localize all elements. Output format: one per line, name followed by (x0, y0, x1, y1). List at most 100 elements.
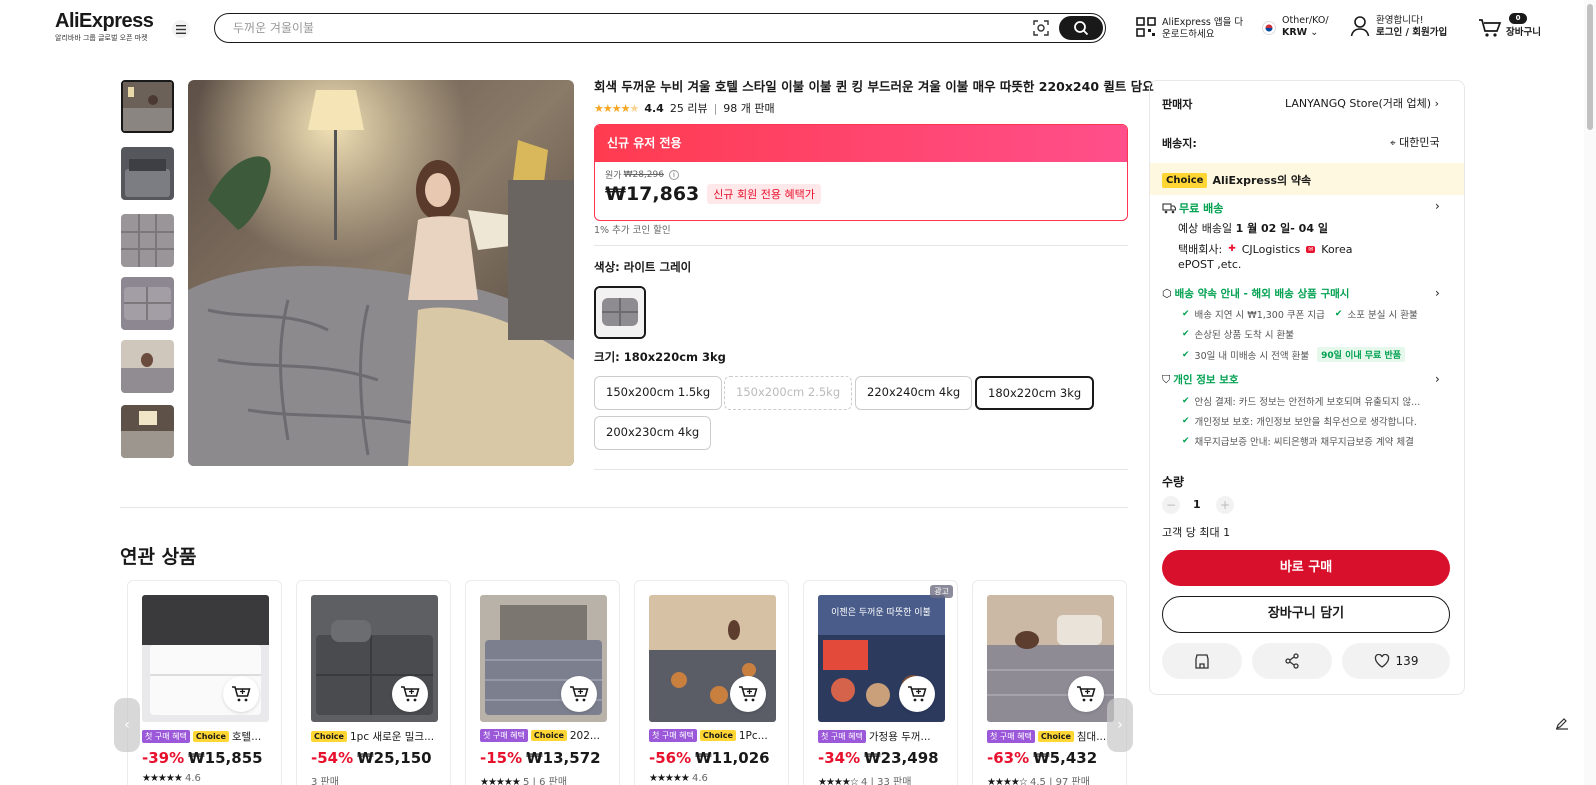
ship-to-selector[interactable]: ⌖ 대한민국 (1390, 134, 1440, 150)
cart-button[interactable] (1478, 18, 1502, 41)
app-download[interactable]: AliExpress 앱을 다 운로드하세요 (1136, 17, 1243, 41)
privacy-item: ✔ 개인정보 보호: 개인정보 보안을 최우선으로 생각합니다. (1182, 414, 1417, 428)
account-menu[interactable]: 환영합니다! 로그인 / 회원가입 (1350, 15, 1447, 39)
thumbnail-5[interactable] (121, 340, 174, 393)
feedback-edit-button[interactable] (1552, 713, 1572, 733)
choice-promise: Choice AliExpress의 약속 (1162, 172, 1311, 188)
discount: -34% (818, 749, 861, 767)
search-button[interactable] (1059, 16, 1103, 40)
product-price: -63% ₩5,432 (987, 749, 1097, 767)
thumbnail-1[interactable] (121, 80, 174, 133)
related-product-card[interactable]: 첫 구매 혜택 Choice 호텔... -39% ₩15,855 ★★★★★ 4.6 (127, 580, 282, 785)
related-product-card[interactable]: 첫 구매 혜택 Choice 1Pc... -56% ₩11,026 ★★★★★ 4.… (634, 580, 789, 785)
aliexpress-logo[interactable]: AliExpress 알리바바 그룹 글로벌 오픈 마켓 (55, 10, 154, 43)
related-product-card[interactable]: Choice 1pc 새로운 밀크... -54% ₩25,150 3 판매 (296, 580, 451, 785)
carousel-next-button[interactable]: › (1107, 698, 1133, 752)
price-promo-box: 신규 유저 전용 원가 ₩28,296 i ₩17,863 신규 회원 전용 혜… (594, 124, 1128, 221)
chevron-right-icon[interactable]: › (1435, 199, 1440, 213)
scrollbar-thumb[interactable] (1587, 4, 1593, 130)
quantity-increase-button[interactable]: + (1216, 496, 1234, 514)
region-selector[interactable]: Other/KO/KRW ⌄ (1262, 15, 1329, 39)
product-name: 202... (569, 729, 600, 742)
discount: -63% (987, 749, 1030, 767)
free-shipping-label: 무료 배송 (1179, 202, 1224, 215)
size-option-150x200-2.5kg[interactable]: 150x200cm 2.5kg (724, 376, 853, 410)
privacy-text: 안심 결제: 카드 정보는 안전하게 보호되며 유출되지 않... (1194, 397, 1421, 408)
privacy-text: 채무지급보증 안내: 씨티은행과 채무지급보증 계약 체결 (1194, 437, 1414, 448)
review-count[interactable]: 25 리뷰 (670, 100, 708, 116)
carousel-prev-button[interactable]: ‹ (114, 698, 140, 752)
product-name-row: Choice 1pc 새로운 밀크... (311, 729, 446, 744)
chevron-right-icon: › (1434, 97, 1439, 110)
image-search-icon[interactable] (1032, 19, 1050, 37)
add-to-cart-icon[interactable] (223, 676, 259, 712)
add-to-cart-icon[interactable] (392, 676, 428, 712)
choice-tag: Choice (1037, 731, 1074, 742)
star-rating-icon: ★★★★☆ (987, 777, 1028, 785)
divider (594, 245, 1128, 246)
product-name: 1Pc... (738, 729, 768, 742)
size-option-220x240-4kg[interactable]: 220x240cm 4kg (855, 376, 973, 410)
product-price: -56% ₩11,026 (649, 749, 770, 767)
related-product-card[interactable]: 이젠은 두꺼운 따뜻한 이불 광고 첫 구매 혜택 가정용 두꺼... -34% ₩… (803, 580, 958, 785)
add-to-cart-icon[interactable] (1068, 676, 1104, 712)
user-icon (1350, 16, 1370, 37)
add-to-cart-icon[interactable] (899, 676, 935, 712)
choice-tag: Choice (530, 730, 567, 741)
first-purchase-tag: 첫 구매 혜택 (987, 730, 1035, 743)
thumbnail-3[interactable] (121, 214, 174, 267)
info-icon[interactable]: i (668, 169, 679, 180)
carrier-label: 택배회사: (1178, 243, 1223, 256)
check-icon: ✔ (1182, 329, 1190, 339)
size-option-150x200-1.5kg[interactable]: 150x200cm 1.5kg (594, 376, 723, 410)
related-product-card[interactable]: 첫 구매 혜택 Choice 침대... -63% ₩5,432 ★★★★☆ 4.5 … (972, 580, 1127, 785)
meta-text: 4.6 (692, 773, 708, 784)
check-icon: ✔ (1182, 416, 1190, 426)
delivery-estimate: 예상 배송일 1 월 02 일- 04 일 (1178, 220, 1328, 236)
add-to-cart-button[interactable]: 장바구니 담기 (1162, 596, 1450, 633)
share-button[interactable] (1252, 643, 1332, 679)
promise-text: 30일 내 미배송 시 전액 환불 (1194, 350, 1310, 362)
chevron-right-icon[interactable]: › (1435, 372, 1440, 386)
sold-count: 98 개 판매 (723, 102, 775, 115)
thumbnail-2[interactable] (121, 147, 174, 200)
heart-icon (1374, 654, 1389, 668)
add-to-cart-icon[interactable] (561, 676, 597, 712)
related-product-card[interactable]: 첫 구매 혜택 Choice 202... -15% ₩13,572 ★★★★★ 5 … (465, 580, 620, 785)
promo-header: 신규 유저 전용 (595, 125, 1127, 162)
purchase-limit: 고객 당 최대 1 (1162, 526, 1231, 539)
login-signup-link[interactable]: 로그인 / 회원가입 (1376, 27, 1447, 39)
choice-promise-text: AliExpress의 약속 (1212, 174, 1312, 187)
product-name: 1pc 새로운 밀크... (349, 731, 435, 743)
product-name-row: 첫 구매 혜택 Choice 호텔... (142, 729, 277, 744)
top-header: AliExpress 알리바바 그룹 글로벌 오픈 마켓 AliExpress … (0, 0, 1596, 56)
price: ₩15,855 (188, 749, 263, 767)
seller-link[interactable]: LANYANGQ Store(거래 업체) › (1285, 95, 1439, 111)
privacy-row[interactable]: ⛉ 개인 정보 보호 (1162, 372, 1239, 387)
size-option-200x230-4kg[interactable]: 200x230cm 4kg (594, 416, 712, 450)
rating-value: 4.4 (644, 101, 664, 115)
thumbnail-6[interactable] (121, 405, 174, 458)
promise-text: 손상된 상품 도착 시 환불 (1194, 330, 1295, 341)
main-product-image[interactable] (188, 80, 574, 466)
size-label: 크기: 180x220cm 3kg (594, 350, 726, 364)
search-input[interactable] (233, 18, 993, 38)
chevron-right-icon[interactable]: › (1435, 286, 1440, 300)
discount: -54% (311, 749, 354, 767)
add-to-cart-icon[interactable] (730, 676, 766, 712)
free-shipping-row[interactable]: 무료 배송 (1162, 200, 1223, 216)
location-pin-icon: ⌖ (1390, 138, 1396, 149)
quantity-decrease-button[interactable]: − (1162, 496, 1180, 514)
color-swatch-light-gray[interactable] (594, 286, 646, 339)
size-option-180x220-3kg[interactable]: 180x220cm 3kg (975, 376, 1095, 410)
wishlist-button[interactable]: 139 (1342, 643, 1450, 679)
delivery-promise-row[interactable]: ⬡ 배송 약속 안내 - 해외 배송 상품 구매시 (1162, 286, 1349, 301)
category-menu-button[interactable] (172, 20, 190, 38)
buy-now-button[interactable]: 바로 구매 (1162, 550, 1450, 586)
thumbnail-4[interactable] (121, 277, 174, 330)
store-button[interactable] (1162, 643, 1242, 679)
store-icon (1195, 653, 1209, 669)
box-icon: ⬡ (1162, 287, 1172, 300)
quantity-value[interactable]: 1 (1193, 498, 1201, 511)
divider (594, 469, 1128, 470)
